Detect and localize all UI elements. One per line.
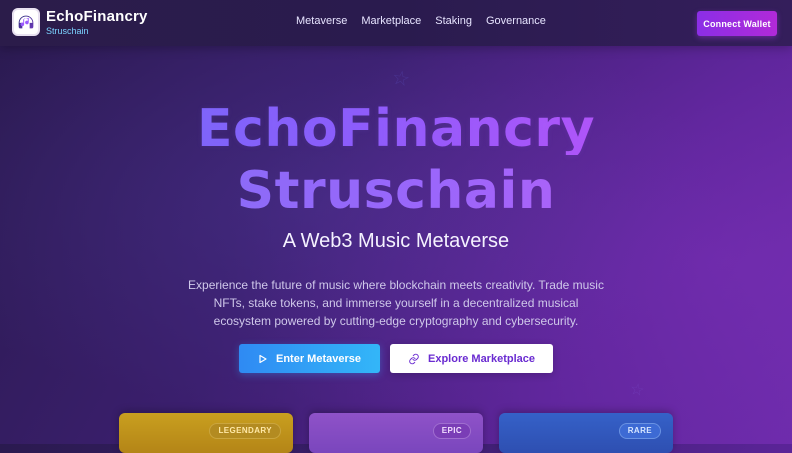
hero-title-line-2: Struschain (0, 165, 792, 217)
star-outline-icon: ☆ (390, 66, 412, 92)
enter-metaverse-button[interactable]: Enter Metaverse (239, 344, 380, 373)
nft-card-legendary[interactable]: LEGENDARY (119, 413, 293, 453)
nav-item-governance[interactable]: Governance (486, 15, 546, 27)
hero-subtitle: A Web3 Music Metaverse (282, 230, 510, 252)
rarity-badge-legendary: LEGENDARY (209, 423, 281, 439)
rarity-badge-epic: EPIC (432, 423, 471, 439)
nav-item-metaverse[interactable]: Metaverse (296, 15, 347, 27)
brand-title: EchoFinancry (46, 7, 148, 25)
enter-metaverse-label: Enter Metaverse (276, 352, 361, 365)
headphones-note-icon (12, 8, 40, 36)
hero-title-line-1: EchoFinancry (0, 103, 792, 155)
brand-subtitle: Struschain (46, 25, 89, 36)
brand[interactable]: EchoFinancry Struschain (12, 8, 148, 36)
brand-text: EchoFinancry Struschain (46, 9, 148, 36)
explore-marketplace-button[interactable]: Explore Marketplace (390, 344, 553, 373)
explore-marketplace-label: Explore Marketplace (428, 352, 535, 365)
play-icon (258, 354, 268, 364)
nav-item-staking[interactable]: Staking (435, 15, 472, 27)
main-nav: Metaverse Marketplace Staking Governance (296, 15, 546, 27)
star-outline-icon: ☆ (628, 380, 646, 401)
nft-card-epic[interactable]: EPIC (309, 413, 483, 453)
link-icon (408, 353, 420, 365)
hero-description: Experience the future of music where blo… (188, 278, 604, 328)
rarity-badge-rare: RARE (618, 423, 661, 439)
nft-card-rare[interactable]: RARE (499, 413, 673, 453)
connect-wallet-button[interactable]: Connect Wallet (697, 11, 777, 36)
nav-item-marketplace[interactable]: Marketplace (361, 15, 421, 27)
top-navigation-bar: EchoFinancry Struschain Metaverse Market… (0, 0, 792, 46)
